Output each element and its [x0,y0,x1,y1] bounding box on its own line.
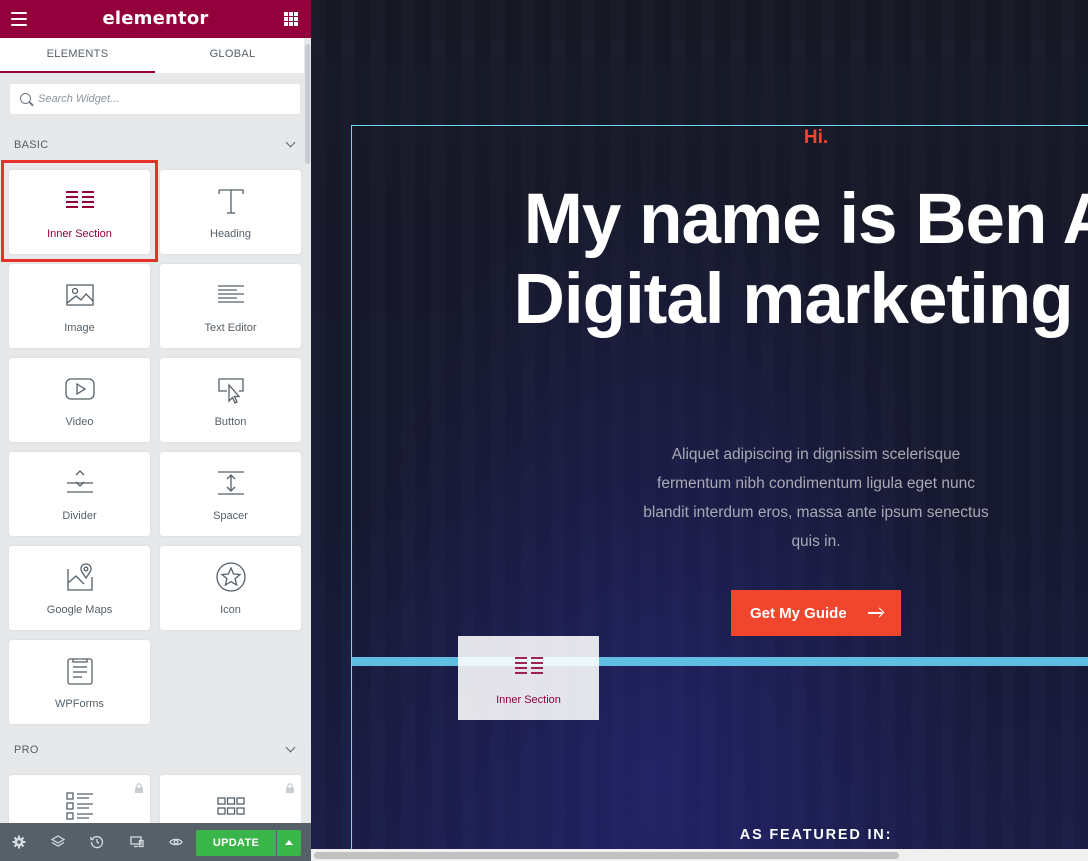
widget-text-editor[interactable]: Text Editor [160,264,301,348]
settings-gear-icon[interactable] [12,835,26,849]
greeting-text: Hi. [803,127,829,148]
page-preview-canvas: Hi. My name is Ben Arthur. Digital marke… [311,0,1088,861]
widget-label: Icon [220,604,241,616]
update-options-caret-icon[interactable] [277,830,301,856]
chevron-down-icon[interactable] [285,742,296,753]
spacer-icon [217,471,244,495]
widget-label: WPForms [55,698,104,710]
hero-headline: My name is Ben Arthur. Digital marketing… [513,180,1088,339]
preview-eye-icon[interactable] [169,835,183,849]
panel-footer: UPDATE [0,823,311,861]
widget-video[interactable]: Video [9,358,150,442]
portfolio-icon [216,797,245,815]
widget-google-maps[interactable]: Google Maps [9,546,150,630]
navigator-layers-icon[interactable] [51,835,65,849]
widget-label: Spacer [213,510,248,522]
category-title-basic[interactable]: BASIC [14,139,49,151]
google-maps-icon [66,563,93,591]
responsive-mode-icon[interactable] [130,835,144,849]
widget-wpforms[interactable]: WPForms [9,640,150,724]
lock-icon [135,783,143,793]
widget-label: Heading [210,228,251,240]
wpforms-icon [66,658,93,685]
panel-header: elementor [0,0,311,38]
widget-image[interactable]: Image [9,264,150,348]
widget-inner-section[interactable]: Inner Section [9,170,150,254]
widget-label: Text Editor [204,322,257,334]
widget-divider[interactable]: Divider [9,452,150,536]
video-icon [64,378,95,400]
inner-section-icon [514,657,543,674]
horizontal-scrollbar-thumb[interactable] [314,852,899,859]
get-my-guide-button[interactable]: Get My Guide [731,590,901,636]
widget-label: Image [64,322,95,334]
widget-icon[interactable]: Icon [160,546,301,630]
dragged-widget-inner-section[interactable]: Inner Section [458,636,599,720]
widget-label: Google Maps [46,604,113,616]
search-input[interactable] [38,84,288,114]
hero-subtext: Aliquet adipiscing in dignissim sceleris… [643,446,989,550]
elementor-logo: elementor [102,8,209,29]
posts-icon [65,792,93,820]
drag-ghost-label: Inner Section [496,694,561,706]
update-button[interactable]: UPDATE [196,830,276,856]
divider-icon [66,470,93,493]
elementor-panel: elementor ELEMENTS GLOBAL BASIC Inner Se… [0,0,311,861]
widget-spacer[interactable]: Spacer [160,452,301,536]
search-icon [20,93,31,104]
panel-tabs: ELEMENTS GLOBAL [0,38,311,73]
category-title-pro[interactable]: PRO [14,744,39,756]
lock-icon [286,783,294,793]
tab-global[interactable]: GLOBAL [155,38,310,73]
widget-heading[interactable]: Heading [160,170,301,254]
heading-icon [217,189,244,214]
cta-label: Get My Guide [750,604,847,622]
widget-label: Inner Section [47,228,112,240]
chevron-down-icon[interactable] [285,137,296,148]
tab-elements[interactable]: ELEMENTS [0,38,155,73]
panel-scrollbar-thumb[interactable] [305,44,310,164]
widget-label: Divider [62,510,97,522]
history-icon[interactable] [90,835,104,849]
arrow-right-icon [868,612,882,614]
search-widget-box [9,83,301,115]
image-icon [65,284,94,306]
text-editor-icon [217,285,244,303]
widget-label: Button [214,416,247,428]
widget-label: Video [65,416,94,428]
star-icon [215,562,246,592]
widget-button[interactable]: Button [160,358,301,442]
inner-section-icon [65,191,94,208]
button-icon [217,378,244,404]
apps-grid-icon[interactable] [284,12,298,26]
featured-in-heading: AS FEATURED IN: [739,827,893,843]
